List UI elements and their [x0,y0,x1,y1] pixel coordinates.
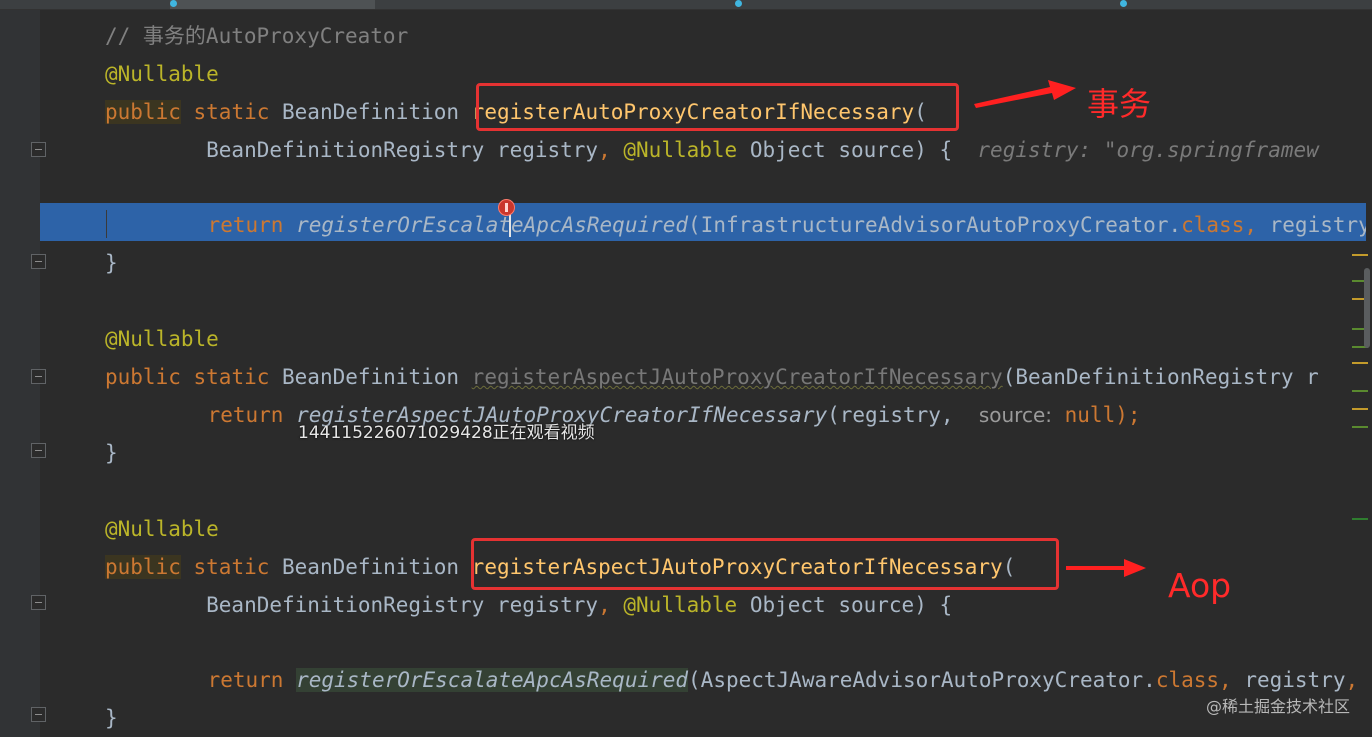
code-token: BeanDefinitionRegistry registry [105,593,599,617]
fold-icon[interactable] [31,595,46,610]
code-token: } [105,441,118,465]
label-aop: Aop [1168,566,1232,605]
code-line-ann3[interactable]: @Nullable [105,510,219,548]
vertical-scrollbar[interactable] [1352,10,1372,737]
label-transaction: 事务 [1087,85,1152,123]
fold-icon[interactable] [31,254,46,269]
code-line-ann1[interactable]: @Nullable [105,55,219,93]
code-token: registry [1269,213,1371,237]
code-token: source: [978,403,1052,427]
code-line-close3[interactable]: } [105,699,118,737]
code-token: BeanDefinitionRegistry registry [105,138,599,162]
arrow-right-icon [974,80,1076,108]
editor-tab-active[interactable] [170,0,375,9]
code-token: (AspectJAwareAdvisorAutoProxyCreator. [688,668,1156,692]
fold-icon[interactable] [31,369,46,384]
code-token: registerAspectJAutoProxyCreatorIfNecessa… [471,365,1003,389]
code-token: BeanDefinition [269,555,472,579]
watermark: @稀土掘金技术社区 [1205,697,1350,716]
viewer-overlay-text: 1441152260710294​28正在观看视频 [298,423,595,443]
code-token: (BeanDefinitionRegistry r [1002,365,1319,389]
code-token: static [193,365,270,389]
code-line-comment[interactable]: // 事务的AutoProxyCreator [105,17,408,55]
editor-tab[interactable] [1120,0,1320,9]
editor-tab[interactable] [0,0,160,9]
code-token: (InfrastructureAdvisorAutoProxyCreator. [688,213,1182,237]
code-token: @Nullable [105,517,219,541]
code-token: , [1244,213,1270,237]
code-token: registerOrEscalateApcAsRequired [296,213,689,237]
code-token: @Nullable [105,62,219,86]
class-icon [735,0,742,7]
code-token: static [193,555,270,579]
callout-box-aop [471,538,1059,590]
code-token: @Nullable [623,138,738,162]
code-token: null [1064,403,1116,427]
code-token: class [1155,668,1220,692]
code-line-sig2[interactable]: public static BeanDefinition registerAsp… [105,358,1319,396]
code-token: static [193,100,270,124]
code-line-close2[interactable]: } [105,434,118,472]
code-token: class [1181,213,1245,237]
indent-guide [106,210,107,238]
code-token: Object source) { [737,593,953,617]
fold-icon[interactable] [31,443,46,458]
arrow-right-icon [1066,559,1146,577]
code-token: return [207,403,284,427]
code-token: registry [1244,668,1346,692]
class-icon [170,0,177,7]
editor-tab-bar [0,0,1372,10]
code-token: // 事务的AutoProxyCreator [105,24,409,48]
code-token: , [1219,668,1245,692]
callout-box-tx [476,83,959,131]
class-icon [1120,0,1127,7]
code-token: public [105,555,181,579]
scrollbar-thumb[interactable] [1364,268,1370,348]
fold-icon[interactable] [31,707,46,722]
code-line-params3[interactable]: BeanDefinitionRegistry registry, @Nullab… [105,586,952,624]
code-line-params1[interactable]: BeanDefinitionRegistry registry, @Nullab… [105,131,1319,169]
code-line-ann2[interactable]: @Nullable [105,320,219,358]
code-token: registerOrEscalateApcAsRequired [296,668,689,692]
breakpoint-icon[interactable] [498,199,515,216]
editor-tab[interactable] [385,0,720,9]
code-token: @Nullable [623,593,738,617]
code-token: , [598,593,624,617]
code-token: return [207,668,284,692]
code-line-return3[interactable]: return registerOrEscalateApcAsRequired(A… [157,661,1372,699]
code-token: BeanDefinition [269,100,472,124]
code-token: } [105,251,118,275]
code-token: public [105,365,181,389]
code-token: BeanDefinition [269,365,472,389]
code-line-return1[interactable]: return registerOrEscalateApcAsRequired(I… [157,206,1371,244]
code-token: } [105,706,118,730]
editor-tab[interactable] [735,0,1110,9]
code-token: ); [1115,403,1141,427]
code-token: Object source) { [737,138,978,162]
code-line-close1[interactable]: } [105,244,118,282]
fold-icon[interactable] [31,142,46,157]
code-token: public [105,100,181,124]
code-token: @Nullable [105,327,219,351]
code-token: , [598,138,624,162]
code-token: return [207,213,284,237]
code-token: (registry, [827,403,979,427]
code-token: registry: "org.springframew [977,138,1319,162]
